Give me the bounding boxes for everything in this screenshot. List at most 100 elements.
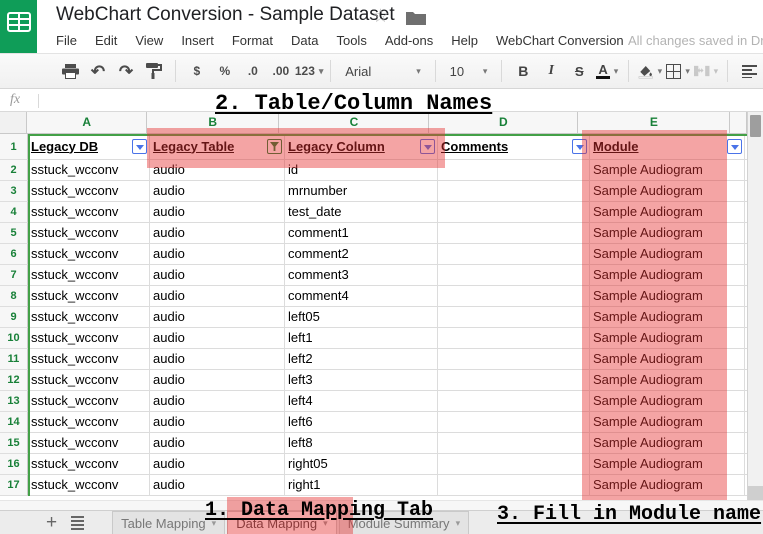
cell-E12[interactable]: Sample Audiogram: [590, 370, 745, 391]
cell-C15[interactable]: left8: [285, 433, 438, 454]
cell-D10[interactable]: [438, 328, 590, 349]
cell-D3[interactable]: [438, 181, 590, 202]
move-to-folder-icon[interactable]: [406, 10, 426, 30]
cell-C4[interactable]: test_date: [285, 202, 438, 223]
cell-B10[interactable]: audio: [150, 328, 285, 349]
cell-C5[interactable]: comment1: [285, 223, 438, 244]
cell-D6[interactable]: [438, 244, 590, 265]
cell-E9[interactable]: Sample Audiogram: [590, 307, 745, 328]
column-header-E[interactable]: E: [578, 112, 730, 134]
cell-E8[interactable]: Sample Audiogram: [590, 286, 745, 307]
cell-D8[interactable]: [438, 286, 590, 307]
format-percent-button[interactable]: %: [213, 59, 237, 83]
cell-D16[interactable]: [438, 454, 590, 475]
borders-button[interactable]: ▾: [666, 59, 690, 83]
menu-edit[interactable]: Edit: [86, 33, 126, 48]
cell-A16[interactable]: sstuck_wcconv: [28, 454, 150, 475]
cell-C14[interactable]: left6: [285, 412, 438, 433]
cell-C10[interactable]: left1: [285, 328, 438, 349]
row-header-4[interactable]: 4: [0, 202, 28, 223]
cell-A6[interactable]: sstuck_wcconv: [28, 244, 150, 265]
cell-B12[interactable]: audio: [150, 370, 285, 391]
cell-D5[interactable]: [438, 223, 590, 244]
cell-E14[interactable]: Sample Audiogram: [590, 412, 745, 433]
cell-C13[interactable]: left4: [285, 391, 438, 412]
cell-D15[interactable]: [438, 433, 590, 454]
add-sheet-button[interactable]: +: [38, 513, 65, 532]
cell-E7[interactable]: Sample Audiogram: [590, 265, 745, 286]
cell-A9[interactable]: sstuck_wcconv: [28, 307, 150, 328]
row-header-8[interactable]: 8: [0, 286, 28, 307]
cell-B14[interactable]: audio: [150, 412, 285, 433]
filter-funnel-icon[interactable]: [267, 139, 282, 154]
cell-B11[interactable]: audio: [150, 349, 285, 370]
filter-dropdown-icon[interactable]: [132, 139, 147, 154]
cell-A7[interactable]: sstuck_wcconv: [28, 265, 150, 286]
print-icon[interactable]: [58, 59, 82, 83]
menu-format[interactable]: Format: [223, 33, 282, 48]
fill-color-button[interactable]: ▾: [638, 59, 662, 83]
row-header-17[interactable]: 17: [0, 475, 28, 496]
cell-C6[interactable]: comment2: [285, 244, 438, 265]
cell-C16[interactable]: right05: [285, 454, 438, 475]
cell-D11[interactable]: [438, 349, 590, 370]
row-header-3[interactable]: 3: [0, 181, 28, 202]
cell-D12[interactable]: [438, 370, 590, 391]
row-header-14[interactable]: 14: [0, 412, 28, 433]
menu-file[interactable]: File: [47, 33, 86, 48]
cell-A14[interactable]: sstuck_wcconv: [28, 412, 150, 433]
row-header-15[interactable]: 15: [0, 433, 28, 454]
menu-help[interactable]: Help: [442, 33, 487, 48]
row-header-2[interactable]: 2: [0, 160, 28, 181]
cell-A5[interactable]: sstuck_wcconv: [28, 223, 150, 244]
cell-C17[interactable]: right1: [285, 475, 438, 496]
cell-E10[interactable]: Sample Audiogram: [590, 328, 745, 349]
column-header-A[interactable]: A: [27, 112, 147, 134]
cell-E11[interactable]: Sample Audiogram: [590, 349, 745, 370]
cell-E2[interactable]: Sample Audiogram: [590, 160, 745, 181]
cell-B7[interactable]: audio: [150, 265, 285, 286]
bold-button[interactable]: B: [511, 59, 535, 83]
cell-B9[interactable]: audio: [150, 307, 285, 328]
cell-E5[interactable]: Sample Audiogram: [590, 223, 745, 244]
cell-E15[interactable]: Sample Audiogram: [590, 433, 745, 454]
menu-webchart-conversion[interactable]: WebChart Conversion: [487, 33, 633, 48]
cell-A8[interactable]: sstuck_wcconv: [28, 286, 150, 307]
strikethrough-button[interactable]: S: [567, 59, 591, 83]
row-header-10[interactable]: 10: [0, 328, 28, 349]
vertical-scrollbar-thumb[interactable]: [750, 115, 761, 137]
filter-dropdown-icon[interactable]: [727, 139, 742, 154]
decrease-decimal-button[interactable]: .0: [241, 59, 265, 83]
cell-A4[interactable]: sstuck_wcconv: [28, 202, 150, 223]
row-header-5[interactable]: 5: [0, 223, 28, 244]
row-header-1[interactable]: 1: [0, 134, 28, 160]
row-header-6[interactable]: 6: [0, 244, 28, 265]
select-all-corner[interactable]: [0, 112, 27, 134]
cell-C3[interactable]: mrnumber: [285, 181, 438, 202]
filter-dropdown-icon[interactable]: [572, 139, 587, 154]
menu-data[interactable]: Data: [282, 33, 327, 48]
row-header-16[interactable]: 16: [0, 454, 28, 475]
row-header-9[interactable]: 9: [0, 307, 28, 328]
cell-C2[interactable]: id: [285, 160, 438, 181]
cell-A3[interactable]: sstuck_wcconv: [28, 181, 150, 202]
menu-add-ons[interactable]: Add-ons: [376, 33, 442, 48]
align-left-icon[interactable]: [737, 59, 761, 83]
cell-A12[interactable]: sstuck_wcconv: [28, 370, 150, 391]
cell-C8[interactable]: comment4: [285, 286, 438, 307]
cell-B2[interactable]: audio: [150, 160, 285, 181]
cell-C12[interactable]: left3: [285, 370, 438, 391]
cell-E6[interactable]: Sample Audiogram: [590, 244, 745, 265]
cell-E16[interactable]: Sample Audiogram: [590, 454, 745, 475]
cell-B6[interactable]: audio: [150, 244, 285, 265]
cell-C7[interactable]: comment3: [285, 265, 438, 286]
cell-D4[interactable]: [438, 202, 590, 223]
cell-E3[interactable]: Sample Audiogram: [590, 181, 745, 202]
font-size-select[interactable]: 10 ▾: [445, 59, 493, 83]
redo-icon[interactable]: ↷: [114, 59, 138, 83]
cell-A10[interactable]: sstuck_wcconv: [28, 328, 150, 349]
filter-dropdown-icon[interactable]: [420, 139, 435, 154]
cell-B3[interactable]: audio: [150, 181, 285, 202]
header-cell-module[interactable]: Module: [590, 134, 745, 160]
header-cell-legacy-db[interactable]: Legacy DB: [28, 134, 150, 160]
